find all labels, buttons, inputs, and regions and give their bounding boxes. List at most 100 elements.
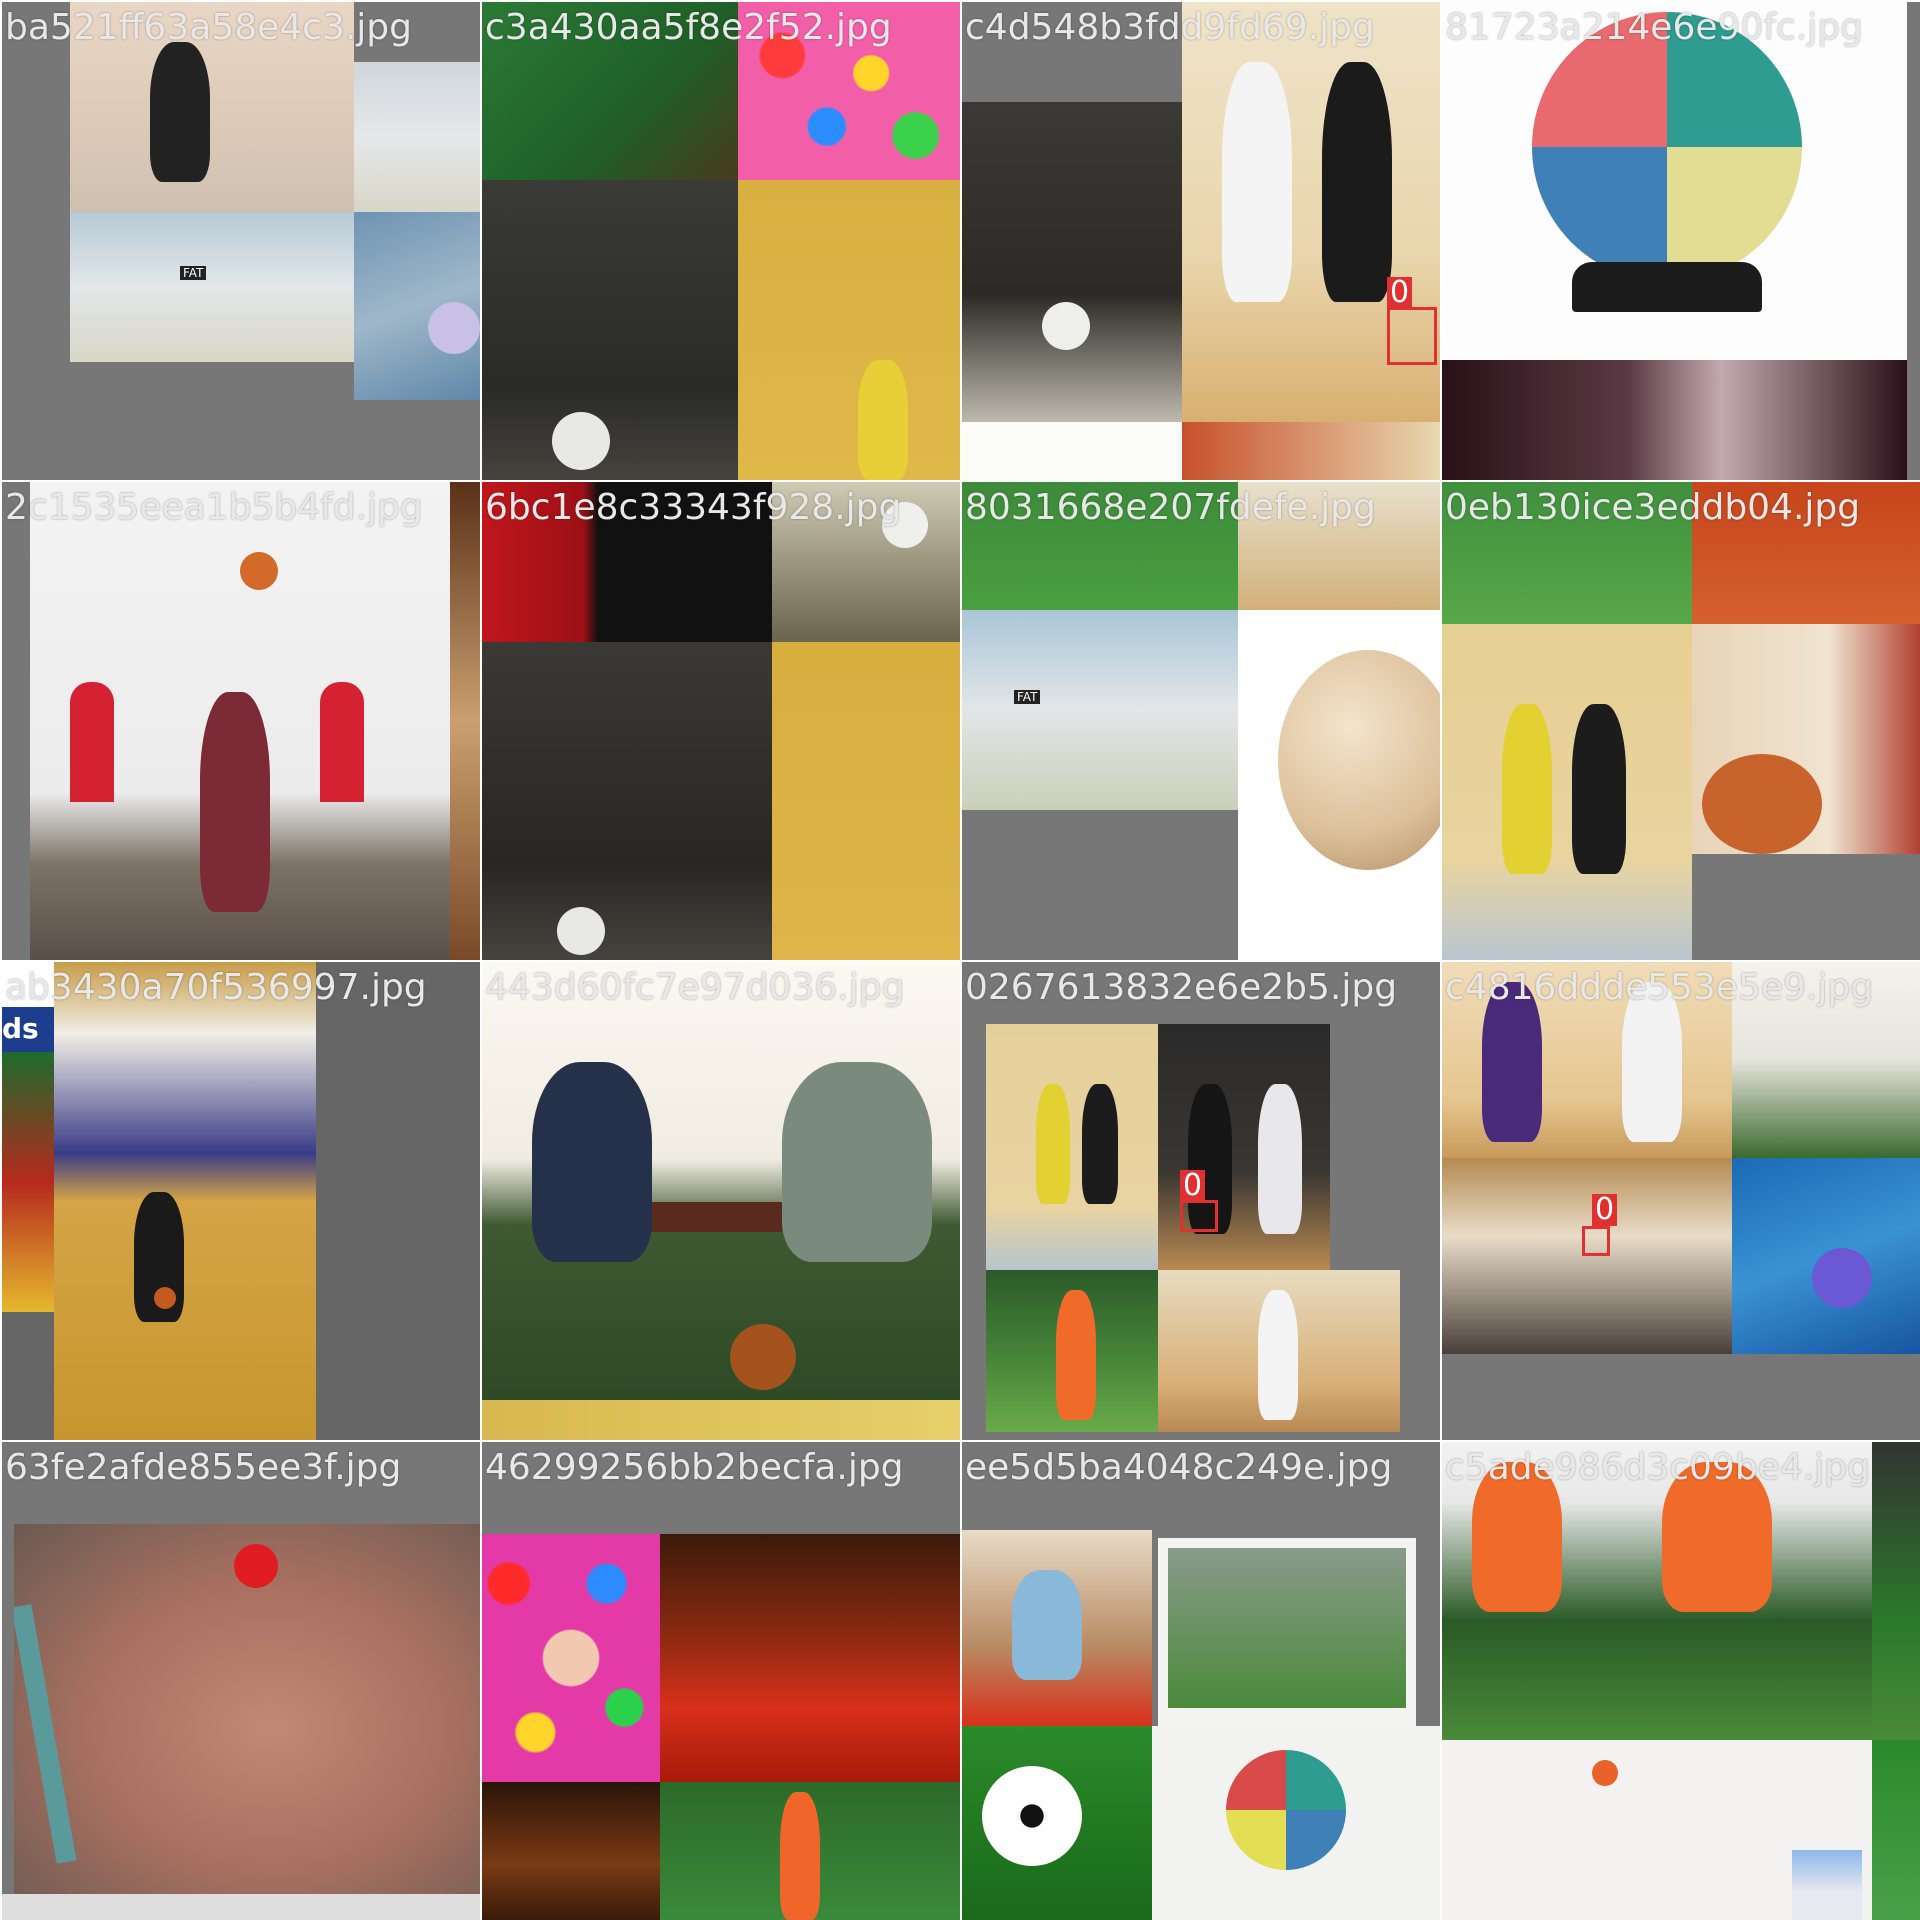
- photo-hoop-ball: [1442, 1740, 1872, 1920]
- player-black: [1082, 1084, 1118, 1204]
- photo-gym-hockey: FAT: [962, 610, 1238, 810]
- river: [14, 1604, 77, 1864]
- mosaic-grid: FAT ba521ff63a58e4c3.jpg c3a430aa5f8e2f5…: [0, 0, 1920, 1920]
- player-white-jersey: [1258, 1290, 1298, 1420]
- people-group: [782, 1062, 932, 1262]
- purple-ball: [1812, 1248, 1872, 1308]
- white-ball: [1042, 302, 1090, 350]
- purple-ball: [428, 302, 480, 354]
- four-color-ball: [1226, 1750, 1346, 1870]
- soccer-ball: [982, 1766, 1082, 1866]
- photo-colored-ball-stand: [1442, 2, 1907, 360]
- detection-label: 0: [1180, 1170, 1206, 1202]
- mosaic-tile: c3a430aa5f8e2f52.jpg: [482, 2, 960, 480]
- photo-soccer-closeup: [1442, 1442, 1872, 1740]
- photo-dark-hall-child: [482, 642, 772, 960]
- photo-basketball-gym: [772, 642, 960, 960]
- detection-box: [1387, 307, 1437, 365]
- image-filename: 63fe2afde855ee3f.jpg: [5, 1447, 402, 1488]
- photo-edge-strip: [450, 482, 480, 960]
- ds-sign: ds: [2, 1012, 39, 1045]
- ball-stand: [1572, 262, 1762, 312]
- mosaic-tile: 2c1535eea1b5b4fd.jpg: [2, 482, 480, 960]
- mosaic-tile: FAT 8031668e207fdefe.jpg: [962, 482, 1440, 960]
- photo-indoor-hockey-player: [70, 2, 354, 212]
- photo-college-basketball: [1442, 962, 1732, 1158]
- photo-soccer-field: [1442, 482, 1692, 624]
- player-purple: [1482, 982, 1542, 1142]
- white-ball: [552, 412, 610, 470]
- photo-edge-strip: [2, 1894, 480, 1920]
- photo-red-jersey: [482, 482, 772, 642]
- player-white-jersey: [1622, 982, 1682, 1142]
- photo-dark-blur: [1442, 360, 1907, 480]
- photo-layup-gym: [986, 1024, 1158, 1270]
- basketball: [1702, 754, 1822, 854]
- player-figure: [150, 42, 210, 182]
- player-orange: [780, 1792, 820, 1920]
- red-ball: [234, 1544, 278, 1588]
- photo-letter-sphere: [1238, 610, 1440, 960]
- photo-picnic-table: [482, 962, 960, 1400]
- photo-dark-hall-ball: [962, 102, 1182, 422]
- photo-court-orange: [1692, 482, 1920, 624]
- mosaic-tile: 0eb130ice3eddb04.jpg: [1442, 482, 1920, 960]
- player-black-jersey: [1322, 62, 1392, 302]
- detection-label: 0: [1387, 277, 1413, 309]
- photo-cheer-strip: [2, 1052, 54, 1312]
- photo-ball-strip: [962, 422, 1182, 480]
- detection-label: 0: [1592, 1194, 1618, 1226]
- mosaic-tile: 0 c4816ddde553e5e9.jpg: [1442, 962, 1920, 1440]
- photo-classroom: [1442, 1158, 1732, 1354]
- nba-banner: [320, 682, 364, 802]
- photo-gym-strip: [482, 1400, 960, 1440]
- white-ball: [882, 502, 928, 548]
- mosaic-tile: FAT ba521ff63a58e4c3.jpg: [2, 2, 480, 480]
- photo-soccer-kids: [660, 1782, 960, 1920]
- photo-dribble-court: [1158, 1270, 1400, 1432]
- photo-edge-strip: [1872, 1442, 1920, 1740]
- photo-city-model: [14, 1524, 480, 1894]
- photo-gym-hockey-bottom: FAT: [70, 212, 354, 362]
- fatboy-sign: FAT: [180, 266, 207, 280]
- photo-court-feet: [1238, 482, 1440, 610]
- image-filename: ee5d5ba4048c249e.jpg: [965, 1447, 1393, 1488]
- mosaic-tile: c5ade986d3c09be4.jpg: [1442, 1442, 1920, 1920]
- photo-picnic-strip: [1732, 962, 1920, 1158]
- photo-gym-hockey-top: [354, 62, 480, 212]
- photo-ball-pit: [738, 2, 960, 180]
- mosaic-tile: 46299256bb2becfa.jpg: [482, 1442, 960, 1920]
- mosaic-tile: ee5d5ba4048c249e.jpg: [962, 1442, 1440, 1920]
- player-orange: [1472, 1462, 1562, 1612]
- white-ball: [557, 907, 605, 955]
- photo-edge-strip: [1872, 1740, 1920, 1920]
- player-orange: [1056, 1290, 1096, 1420]
- photo-soccer-ball: [962, 1726, 1152, 1920]
- photo-child-dribbling: [54, 962, 316, 1440]
- player-black: [1572, 704, 1626, 874]
- photo-framed-soccer: [1158, 1538, 1416, 1726]
- people-group: [532, 1062, 652, 1262]
- hoop: [1792, 1850, 1862, 1920]
- basketball: [240, 552, 278, 590]
- soccer-photo: [1168, 1548, 1406, 1708]
- detection-box: [1582, 1226, 1610, 1256]
- letter-sphere: [1278, 650, 1440, 870]
- baby: [1012, 1570, 1082, 1680]
- photo-dog-water: [1732, 1158, 1920, 1354]
- fatboy-sign: FAT: [1014, 690, 1041, 704]
- mosaic-tile: 6bc1e8c33343f928.jpg: [482, 482, 960, 960]
- photo-dunk-contest: [30, 482, 450, 960]
- basketball: [154, 1287, 176, 1309]
- image-filename: 46299256bb2becfa.jpg: [485, 1447, 904, 1488]
- photo-basketball-gym: [738, 180, 960, 480]
- photo-ds-banner: ds: [2, 962, 54, 1052]
- nba-banner: [70, 682, 114, 802]
- photo-pool-hall-dark: [482, 1782, 660, 1920]
- basketball: [730, 1324, 796, 1390]
- photo-baby-toys: [962, 1530, 1152, 1726]
- basketball: [1592, 1760, 1618, 1786]
- photo-dog-water: [354, 212, 480, 400]
- mosaic-tile: 0 c4d548b3fdd9fd69.jpg: [962, 2, 1440, 480]
- photo-layup-gym: [1442, 624, 1692, 960]
